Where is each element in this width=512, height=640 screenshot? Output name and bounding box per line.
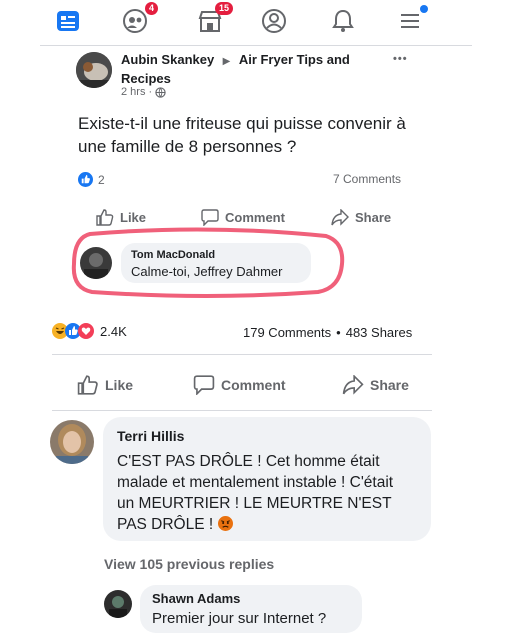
shawn-avatar[interactable] — [104, 590, 132, 618]
share-button[interactable]: Share — [331, 209, 391, 226]
terri-avatar[interactable] — [50, 420, 94, 464]
globe-icon — [155, 86, 166, 98]
comment-text-wrapper: C'EST PAS DRÔLE ! Cet homme était malade… — [117, 451, 407, 535]
like-button[interactable]: Like — [96, 209, 146, 226]
reply-author[interactable]: Shawn Adams — [152, 591, 240, 606]
comment-button[interactable]: Comment — [201, 209, 285, 226]
share-icon — [342, 375, 364, 395]
comment-author[interactable]: Tom MacDonald — [131, 249, 215, 261]
marketplace-icon[interactable]: 15 — [195, 2, 233, 36]
reaction-count: 2 — [98, 172, 105, 187]
outer-reactions[interactable]: 2.4K — [52, 323, 127, 339]
more-options-icon[interactable]: ••• — [393, 53, 408, 65]
comment-icon — [193, 375, 215, 395]
angry-emoji-icon — [217, 516, 233, 531]
post-header: Aubin Skankey ▶ Air Fryer Tips and Recip… — [121, 51, 391, 87]
divider — [52, 410, 432, 411]
divider — [40, 45, 472, 46]
outer-counts: 179 Comments • 483 Shares — [243, 325, 412, 340]
bell-icon[interactable] — [328, 6, 358, 36]
comment-icon — [201, 209, 219, 226]
notification-dot — [420, 5, 428, 13]
comment-author[interactable]: Terri Hillis — [117, 428, 184, 444]
marketplace-badge: 15 — [214, 2, 233, 15]
author-avatar[interactable] — [76, 52, 112, 88]
outer-shares-count[interactable]: 483 Shares — [346, 325, 413, 340]
shawn-reply-bubble: Shawn Adams Premier jour sur Internet ? — [140, 585, 362, 633]
like-reaction-icon — [78, 172, 93, 187]
reply-text: Premier jour sur Internet ? — [152, 610, 327, 627]
comment-text: C'EST PAS DRÔLE ! Cet homme était malade… — [117, 453, 394, 533]
dot-separator: • — [336, 325, 341, 340]
outer-comment-button[interactable]: Comment — [193, 375, 286, 395]
outer-share-button[interactable]: Share — [342, 375, 409, 395]
love-reaction-icon — [78, 323, 94, 339]
like-label: Like — [105, 377, 134, 393]
share-label: Share — [355, 210, 392, 225]
comment-text: Calme-toi, Jeffrey Dahmer — [131, 264, 283, 279]
post-text: Existe-t-il une friteuse qui puisse conv… — [78, 114, 406, 156]
terri-comment-bubble: Terri Hillis C'EST PAS DRÔLE ! Cet homme… — [103, 417, 431, 541]
post-reactions[interactable]: 2 — [78, 172, 105, 187]
comment-label: Comment — [225, 210, 285, 225]
commenter-avatar[interactable] — [80, 247, 112, 279]
thumbs-up-icon — [96, 209, 114, 226]
outer-comments-count[interactable]: 179 Comments — [243, 325, 331, 340]
highlighted-comment-bubble: Tom MacDonald Calme-toi, Jeffrey Dahmer — [121, 243, 311, 283]
friends-icon[interactable]: 4 — [120, 2, 158, 36]
divider — [52, 354, 432, 355]
news-feed-icon[interactable] — [53, 6, 83, 36]
top-navigation-bar: 4 15 — [0, 0, 512, 44]
profile-icon[interactable] — [259, 6, 289, 36]
post-time-row: 2 hrs · — [121, 86, 166, 98]
friends-badge: 4 — [144, 2, 158, 15]
outer-like-button[interactable]: Like — [77, 375, 133, 395]
post-time[interactable]: 2 hrs · — [121, 86, 152, 98]
menu-icon[interactable] — [395, 5, 428, 36]
share-icon — [331, 209, 349, 226]
view-previous-replies[interactable]: View 105 previous replies — [104, 556, 274, 572]
outer-reaction-count: 2.4K — [100, 323, 127, 339]
like-label: Like — [120, 210, 147, 225]
thumbs-up-icon — [77, 375, 98, 395]
comments-count[interactable]: 7 Comments — [333, 172, 401, 186]
comment-label: Comment — [221, 377, 286, 393]
post-author[interactable]: Aubin Skankey — [121, 52, 214, 67]
share-label: Share — [370, 377, 409, 393]
group-arrow-icon: ▶ — [222, 56, 231, 67]
